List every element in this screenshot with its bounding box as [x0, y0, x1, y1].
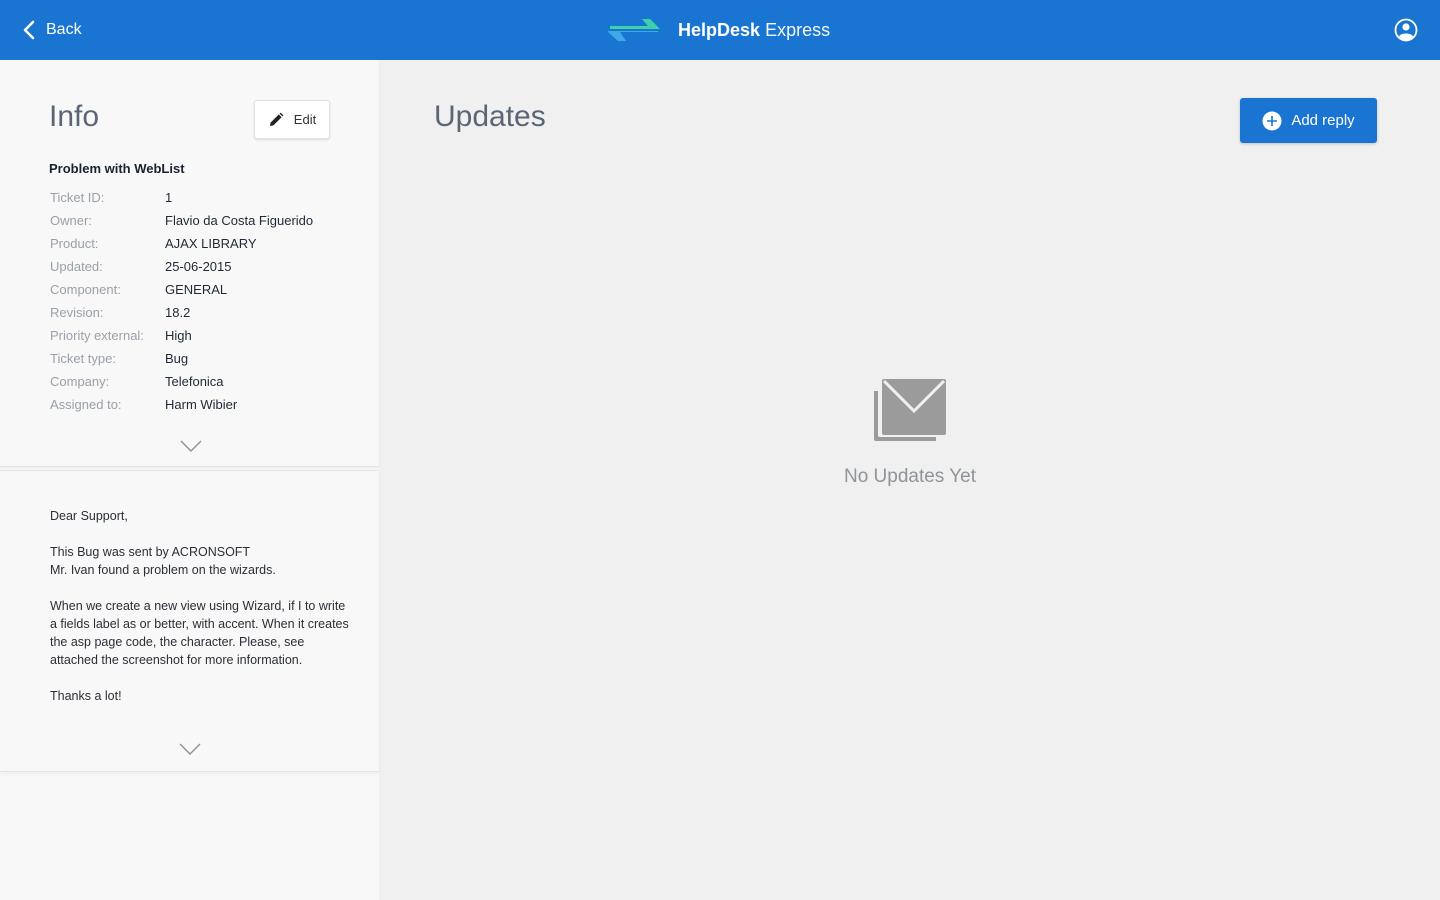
back-label: Back [46, 21, 82, 38]
description-paragraph: This Bug was sent by ACRONSOFT Mr. Ivan … [50, 543, 350, 579]
field-label: Revision: [50, 305, 104, 320]
back-button[interactable]: Back [22, 0, 82, 60]
field-row-ticket-id: Ticket ID: 1 [50, 186, 350, 209]
add-reply-button[interactable]: Add reply [1240, 98, 1377, 143]
field-value: GENERAL [165, 282, 228, 297]
sidebar: Info Edit Problem with WebList Ticket ID… [0, 60, 379, 900]
field-value: High [165, 328, 192, 343]
description-text: Dear Support, This Bug was sent by ACRON… [50, 507, 350, 723]
field-value: AJAX LIBRARY [165, 236, 257, 251]
field-label: Component: [50, 282, 121, 297]
field-label: Priority external: [50, 328, 144, 343]
brand-name-bold: HelpDesk [678, 19, 761, 40]
field-value: Bug [165, 351, 189, 366]
brand-name: HelpDesk Express [678, 20, 830, 41]
field-label: Updated: [50, 259, 103, 274]
edit-button[interactable]: Edit [254, 100, 330, 139]
edit-label: Edit [293, 112, 317, 127]
field-value: 18.2 [165, 305, 191, 320]
add-reply-label: Add reply [1291, 112, 1355, 129]
field-row-product: Product: AJAX LIBRARY [50, 232, 350, 255]
description-greeting: Dear Support, [50, 509, 128, 523]
field-value: 1 [165, 190, 173, 205]
field-row-owner: Owner: Flavio da Costa Figuerido [50, 209, 350, 232]
field-value: Harm Wibier [165, 397, 238, 412]
field-label: Owner: [50, 213, 92, 228]
field-label: Assigned to: [50, 397, 122, 412]
description-paragraph: When we create a new view using Wizard, … [50, 599, 349, 667]
field-row-assigned-to: Assigned to: Harm Wibier [50, 393, 350, 416]
brand-name-light: Express [765, 19, 831, 40]
pencil-icon [269, 112, 284, 126]
field-row-company: Company: Telefonica [50, 370, 350, 393]
field-value: Flavio da Costa Figuerido [165, 213, 314, 228]
top-bar: Back HelpDesk Express [0, 0, 1440, 60]
chevron-down-icon[interactable] [179, 743, 201, 755]
field-row-updated: Updated: 25-06-2015 [50, 255, 350, 278]
description-closing: Thanks a lot! [50, 689, 122, 703]
field-label: Ticket ID: [50, 190, 105, 205]
brand: HelpDesk Express [604, 0, 830, 60]
field-label: Product: [50, 236, 99, 251]
info-title: Info [49, 100, 100, 133]
chevron-left-icon [23, 20, 35, 40]
updates-title: Updates [434, 100, 546, 133]
description-card: Dear Support, This Bug was sent by ACRON… [0, 470, 379, 772]
field-label: Ticket type: [50, 351, 116, 366]
ticket-title: Problem with WebList [49, 161, 185, 176]
field-row-revision: Revision: 18.2 [50, 301, 350, 324]
chevron-down-icon[interactable] [180, 440, 202, 452]
field-label: Company: [50, 374, 110, 389]
user-icon [1394, 18, 1418, 42]
description-line: Mr. Ivan found a problem on the wizards. [50, 563, 276, 577]
field-row-priority: Priority external: High [50, 324, 350, 347]
field-row-ticket-type: Ticket type: Bug [50, 347, 350, 370]
info-card: Info Edit Problem with WebList Ticket ID… [0, 60, 379, 467]
field-row-component: Component: GENERAL [50, 278, 350, 301]
user-account-button[interactable] [1394, 18, 1418, 42]
ticket-fields: Ticket ID: 1 Owner: Flavio da Costa Figu… [50, 186, 350, 416]
description-line: This Bug was sent by ACRONSOFT [50, 545, 251, 559]
empty-state-text: No Updates Yet [843, 466, 977, 487]
logo-icon [608, 19, 660, 41]
field-value: 25-06-2015 [165, 259, 232, 274]
field-value: Telefonica [165, 374, 224, 389]
plus-circle-icon [1262, 111, 1282, 130]
envelope-icon [874, 379, 946, 441]
